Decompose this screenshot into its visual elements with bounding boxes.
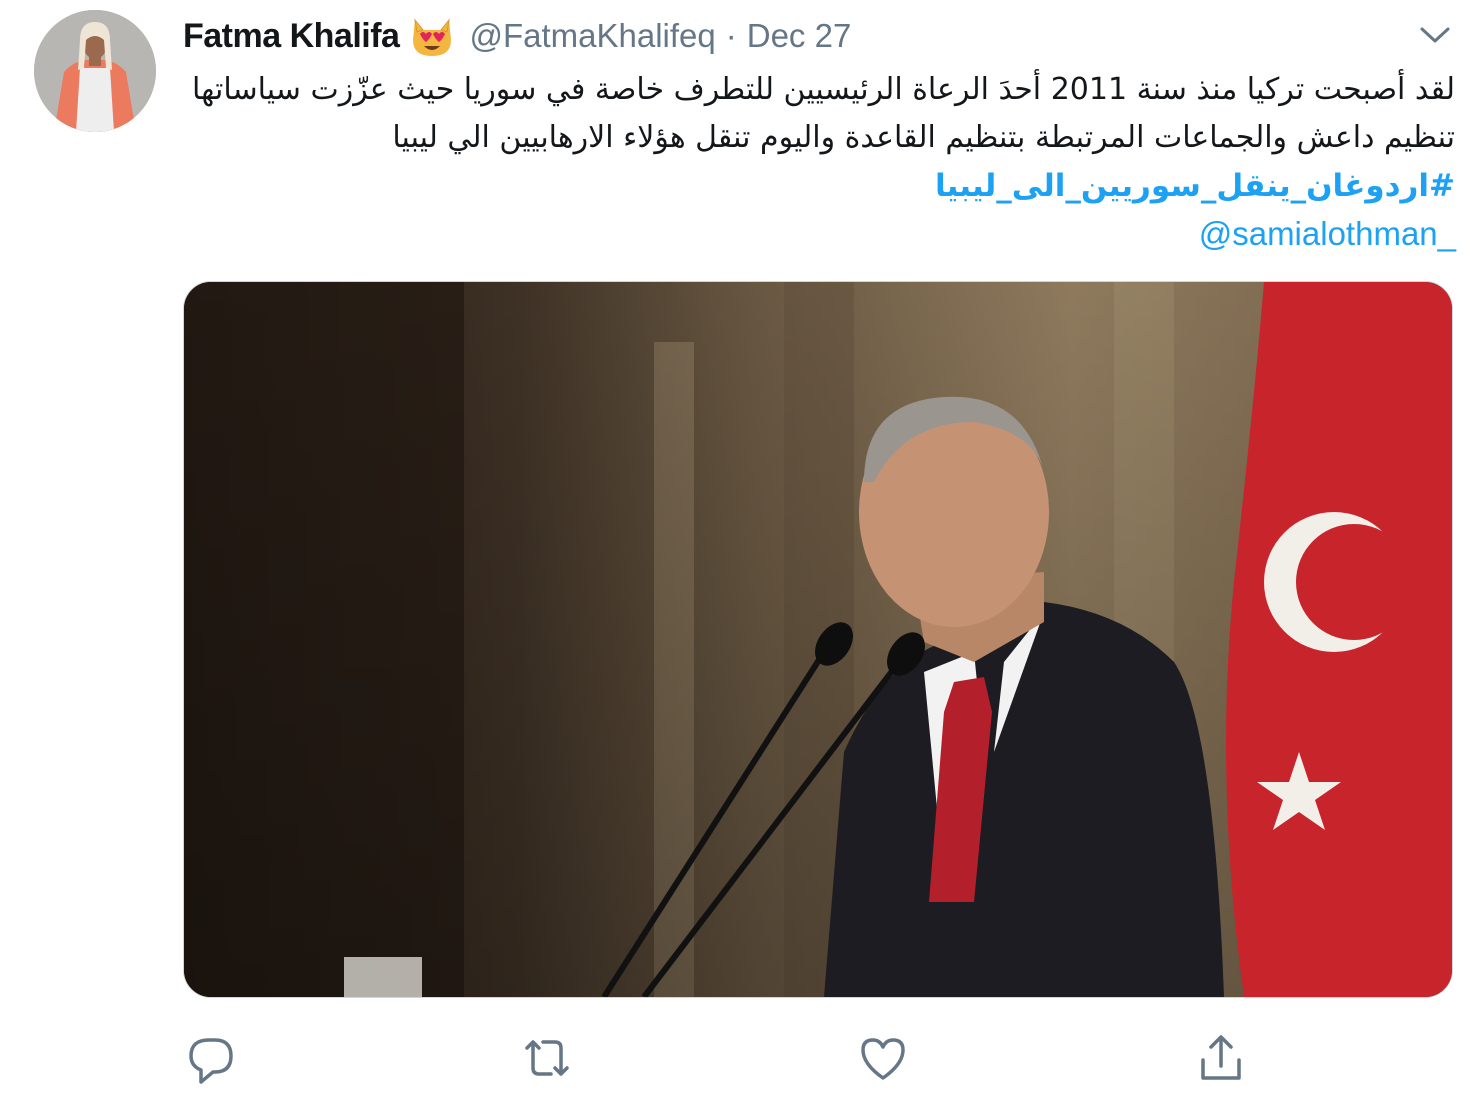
tweet-text: لقد أصبحت تركيا منذ سنة 2011 أحدَ الرعاة…: [183, 66, 1455, 162]
heart-eyes-cat-emoji-icon: [409, 14, 455, 58]
reply-icon[interactable]: [183, 1030, 239, 1086]
hashtag-link[interactable]: #اردوغان_ينقل_سوريين_الى_ليبيا: [183, 162, 1455, 210]
chevron-down-icon[interactable]: [1418, 24, 1452, 46]
retweet-icon[interactable]: [519, 1030, 575, 1086]
mention-link[interactable]: @samialothman_: [1199, 210, 1456, 258]
separator-dot: ·: [725, 17, 737, 54]
tweet[interactable]: Fatma Khalifa @FatmaKhalifeq · Dec 27 لق…: [0, 0, 1470, 1098]
like-icon[interactable]: [855, 1030, 911, 1086]
tweet-text-line: لقد أصبحت تركيا منذ سنة 2011 أحدَ الرعاة…: [192, 72, 1455, 107]
tweet-actions: [183, 1030, 1263, 1090]
tweet-header: Fatma Khalifa @FatmaKhalifeq · Dec 27: [183, 14, 851, 58]
tweet-text-line: تنظيم داعش والجماعات المرتبطة بتنظيم الق…: [392, 120, 1455, 155]
user-handle[interactable]: @FatmaKhalifeq: [469, 17, 715, 55]
tweet-date[interactable]: Dec 27: [747, 17, 852, 55]
display-name[interactable]: Fatma Khalifa: [183, 17, 400, 56]
share-icon[interactable]: [1193, 1030, 1249, 1086]
tweet-photo[interactable]: [183, 281, 1453, 998]
avatar[interactable]: [34, 10, 156, 132]
